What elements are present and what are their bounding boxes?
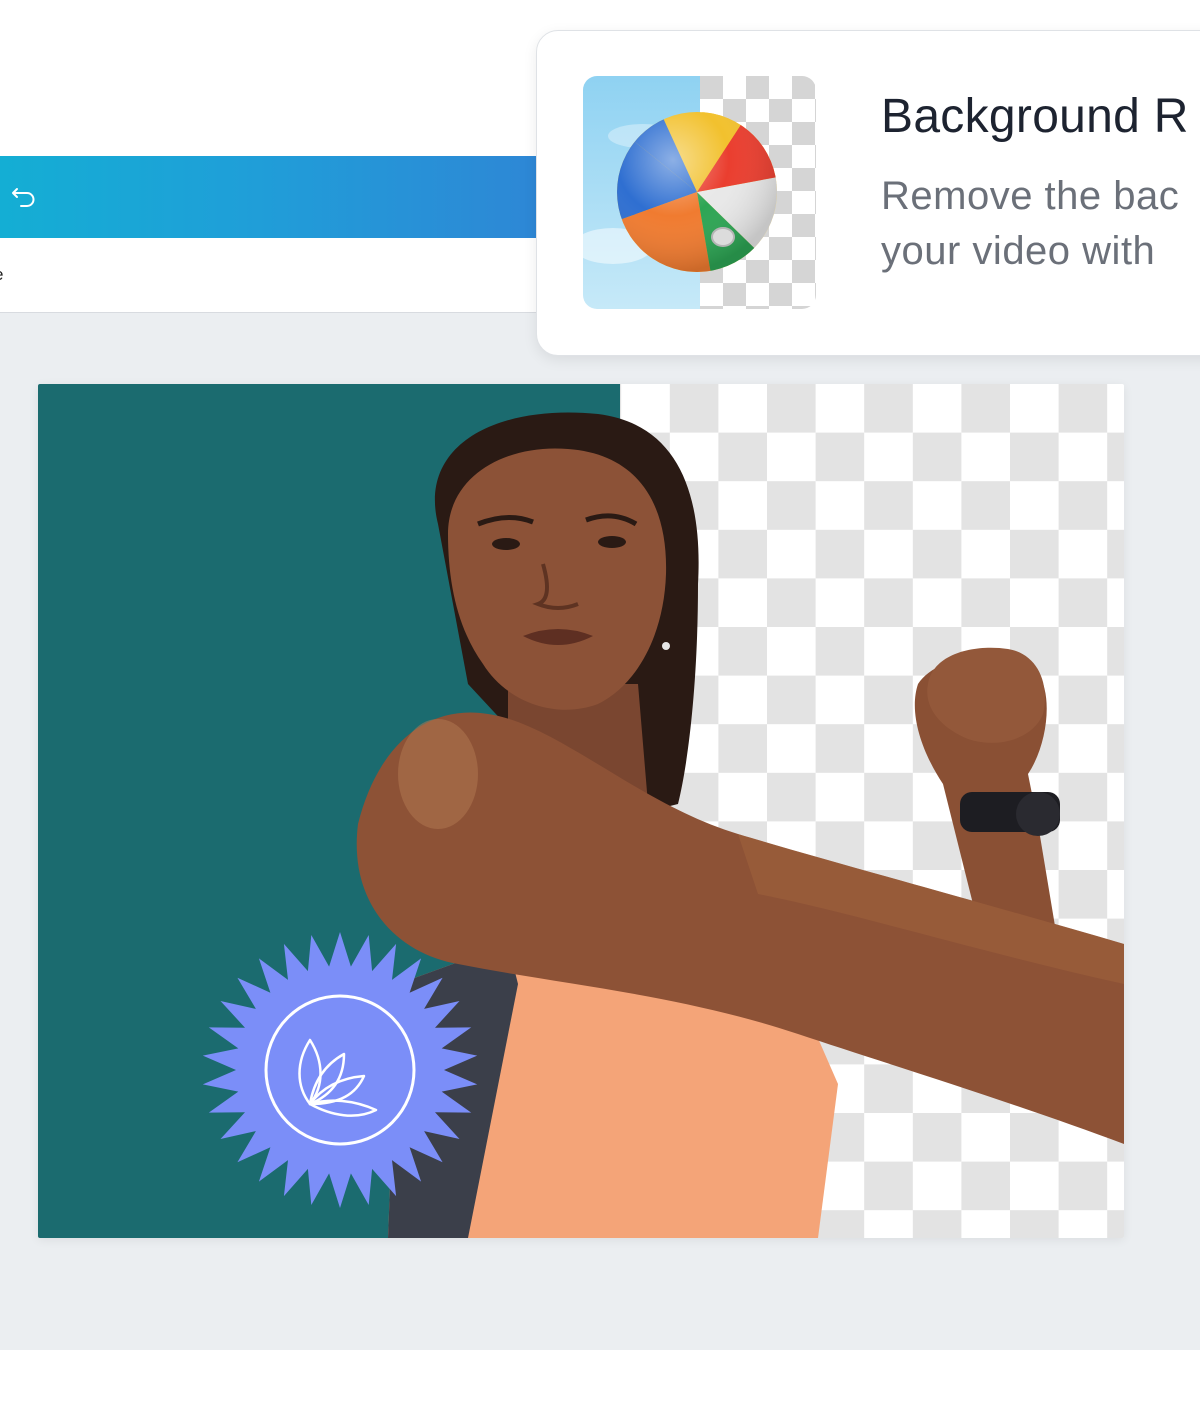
design-canvas[interactable] — [38, 384, 1124, 1238]
card-description: Remove the bac your video with — [881, 169, 1200, 279]
card-description-line-1: Remove the bac — [881, 174, 1180, 218]
feature-thumbnail — [583, 76, 816, 309]
undo-icon — [12, 188, 35, 207]
editor-toolbar — [0, 156, 540, 238]
undo-button[interactable] — [8, 178, 44, 214]
background-remover-card[interactable]: Background R Remove the bac your video w… — [536, 30, 1200, 356]
editor-subbar: e — [0, 238, 540, 313]
beach-ball-icon — [583, 76, 816, 309]
card-description-line-2: your video with — [881, 229, 1156, 273]
card-title: Background R — [881, 90, 1189, 143]
bottom-strip — [0, 1350, 1200, 1416]
subbar-label: e — [0, 265, 3, 285]
canvas-artwork — [38, 384, 1124, 1238]
